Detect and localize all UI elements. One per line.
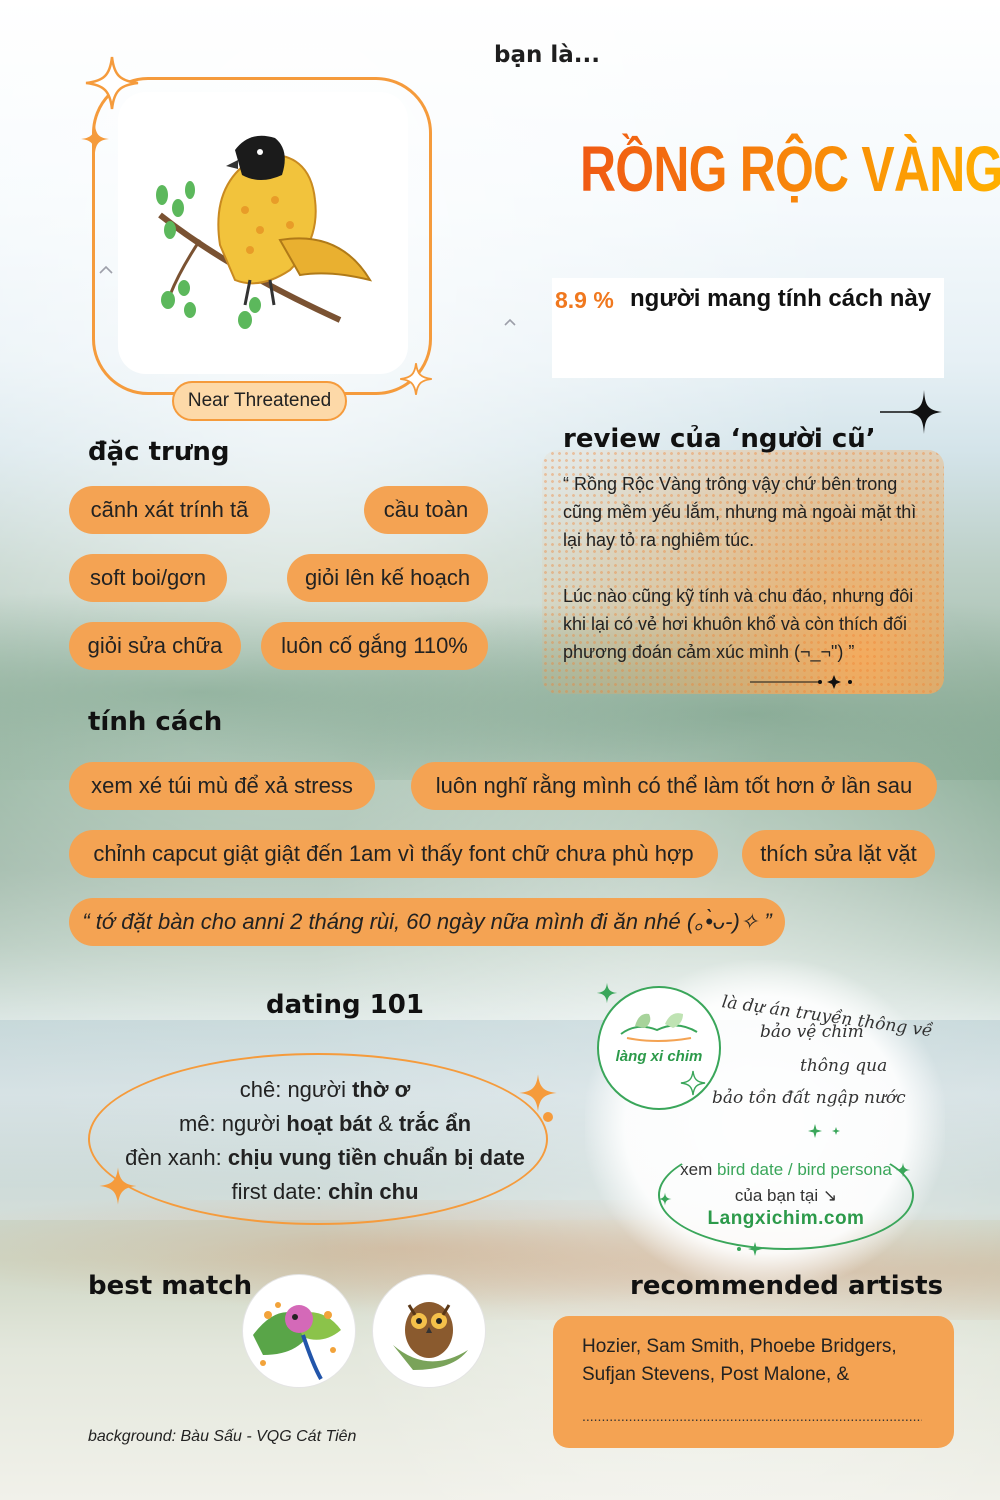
recommended-heading: recommended artists [630, 1271, 944, 1301]
percent-label: người mang tính cách này [630, 285, 932, 312]
sparkle-icon [808, 1124, 840, 1138]
logo-birds-icon [620, 1013, 698, 1042]
background-caption: background: Bàu Sấu - VQG Cát Tiên [88, 1428, 357, 1445]
dating-like: mê: người hoạt bát & trắc ẩn [90, 1107, 560, 1141]
dating-label: mê: người [178, 1111, 287, 1136]
sparkle-icon [737, 1242, 762, 1256]
conservation-status-badge: Near Threatened [172, 381, 347, 421]
logo-text: làng xi chim [615, 1048, 703, 1065]
persona-card: Near Threatened bạn là... RỒNG RỘC VÀNG … [0, 0, 1000, 1500]
promo-cta: xem bird date / bird persona của bạn tại… [660, 1157, 912, 1209]
sparkle-icon [81, 125, 109, 153]
dating-value: trắc ẩn [398, 1111, 472, 1136]
dating-details: chê: người thờ ơ mê: người hoạt bát & tr… [90, 1073, 560, 1209]
sparkle-icon [85, 56, 139, 110]
divider-sparkles [750, 675, 852, 689]
trait-tag: luôn cố gắng 110% [261, 622, 488, 670]
traits-heading: đặc trưng [88, 437, 230, 467]
promo-cta-line: của bạn tại ↘ [734, 1186, 838, 1205]
best-match-heading: best match [88, 1271, 253, 1301]
promo-line: bảo tồn đất ngập nước [712, 1088, 906, 1108]
promo-cta-highlight: bird date / bird persona [717, 1160, 892, 1179]
sparkle-icon [880, 390, 942, 434]
dating-label: đèn xanh: [125, 1145, 228, 1170]
dating-first-date: first date: chỉn chu [90, 1175, 560, 1209]
trait-tag: giỏi sửa chữa [69, 622, 241, 670]
bird-illustration [156, 135, 373, 329]
promo-cta-prefix: xem [680, 1160, 717, 1179]
promo-line: thông qua [800, 1056, 888, 1076]
dating-value: thờ ơ [352, 1077, 411, 1102]
trait-tag: giỏi lên kế hoạch [287, 554, 488, 602]
personality-tag: chỉnh capcut giật giật đến 1am vì thấy f… [69, 830, 718, 878]
bird-avatar-parrot[interactable] [242, 1274, 356, 1388]
intro-text: bạn là... [494, 42, 600, 68]
dating-value: chịu vung tiền chuẩn bị date [227, 1145, 525, 1170]
fill-in-line: ........................................… [582, 1408, 922, 1424]
personality-tag: thích sửa lặt vặt [742, 830, 935, 878]
dating-green-flag: đèn xanh: chịu vung tiền chuẩn bị date [90, 1141, 560, 1175]
sparkle-icon [400, 363, 432, 395]
trait-tag: soft boi/gơn [69, 554, 227, 602]
personality-quote: “ tớ đặt bàn cho anni 2 tháng rùi, 60 ng… [69, 898, 785, 946]
sparkle-icon [680, 1070, 706, 1096]
review-paragraph: “ Rồng Rộc Vàng trông vậy chứ bên trong … [563, 474, 917, 550]
dating-value: chỉn chu [328, 1179, 419, 1204]
promo-cta-line: xem bird date / bird persona [660, 1157, 912, 1183]
recommended-artists: Hozier, Sam Smith, Phoebe Bridgers, Sufj… [582, 1336, 897, 1385]
personality-tag: luôn nghĩ rằng mình có thể làm tốt hơn ở… [411, 762, 937, 810]
dating-and: & [371, 1111, 399, 1136]
dating-value: hoạt bát [286, 1111, 372, 1136]
website-link[interactable]: Langxichim.com [660, 1208, 912, 1230]
trait-tag: cầu toàn [364, 486, 488, 534]
sparkle-icon [658, 1192, 672, 1206]
sparkle-icon [596, 982, 618, 1004]
dating-heading: dating 101 [266, 990, 424, 1020]
dating-dislike: chê: người thờ ơ [90, 1073, 560, 1107]
sparkle-icon [895, 1162, 911, 1178]
bird-avatar-owl[interactable] [372, 1274, 486, 1388]
review-heading: review của ‘người cũ’ [563, 424, 876, 454]
personality-tag: xem xé túi mù để xả stress [69, 762, 375, 810]
promo-line: bảo vệ chim [760, 1022, 864, 1042]
dating-label: first date: [231, 1179, 329, 1204]
review-text: “ Rồng Rộc Vàng trông vậy chứ bên trong … [563, 470, 933, 694]
trait-tag: cãnh xát trính tã [69, 486, 270, 534]
personality-heading: tính cách [88, 707, 223, 737]
bird-name-title: RỒNG RỘC VÀNG [580, 132, 1000, 206]
dating-label: chê: người [239, 1077, 353, 1102]
percent-value: 8.9 % [555, 287, 614, 313]
review-paragraph: Lúc nào cũng kỹ tính và chu đáo, nhưng đ… [563, 586, 914, 662]
